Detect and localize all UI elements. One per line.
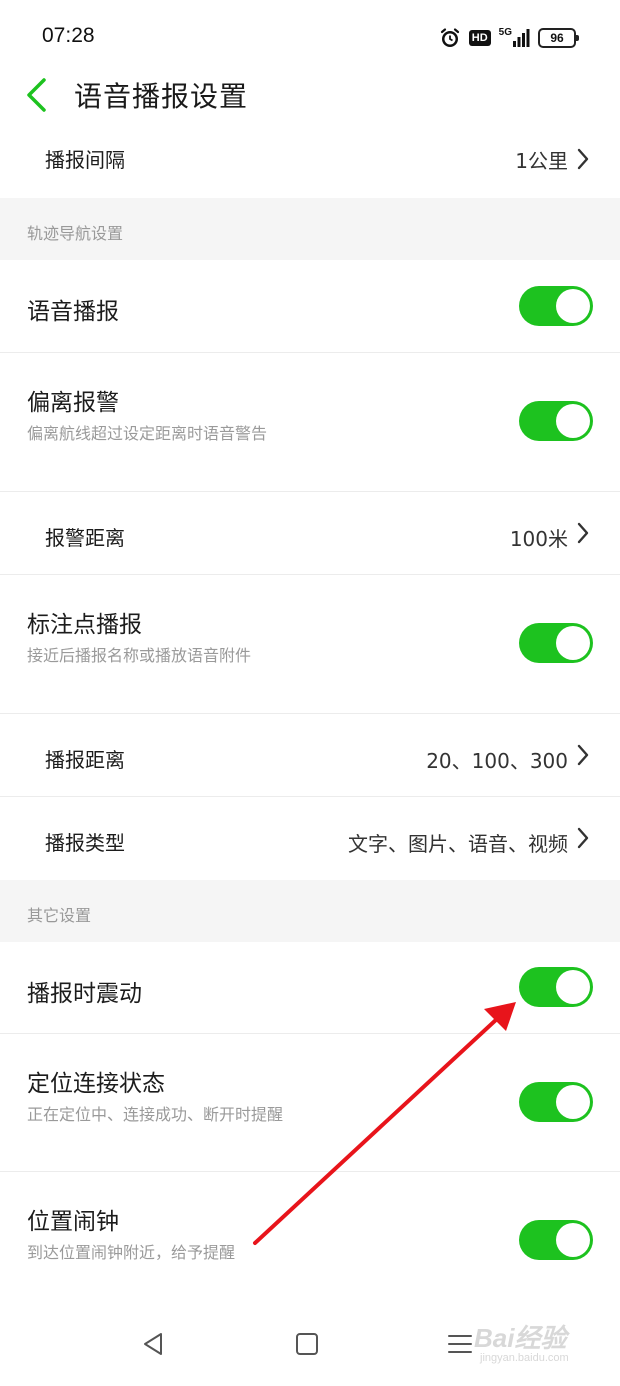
- hd-icon: HD: [468, 30, 491, 46]
- row-description: 正在定位中、连接成功、断开时提醒: [27, 1105, 284, 1124]
- section-header-track: 轨迹导航设置: [0, 198, 620, 260]
- chevron-right-icon: [576, 743, 590, 767]
- row-label: 定位连接状态: [27, 1071, 165, 1097]
- row-label: 位置闹钟: [27, 1209, 119, 1235]
- row-label: 播报类型: [45, 831, 125, 855]
- chevron-right-icon: [576, 826, 590, 850]
- home-square-icon[interactable]: [287, 1324, 327, 1364]
- setting-row-broadcast-interval[interactable]: 播报间隔 1公里: [0, 120, 620, 198]
- toggle-knob: [556, 1223, 590, 1257]
- row-label: 报警距离: [45, 526, 125, 550]
- status-icons: HD 5G 96: [439, 24, 579, 52]
- row-label: 播报距离: [45, 748, 125, 772]
- location-alarm-toggle[interactable]: [519, 1220, 593, 1260]
- row-value: 20、100、300: [426, 749, 568, 773]
- setting-row-location-status: 定位连接状态 正在定位中、连接成功、断开时提醒: [0, 1034, 620, 1172]
- section-label: 其它设置: [27, 906, 92, 925]
- setting-row-broadcast-distance[interactable]: 播报距离 20、100、300: [0, 714, 620, 797]
- row-label: 播报时震动: [27, 981, 142, 1007]
- row-description: 偏离航线超过设定距离时语音警告: [27, 424, 268, 443]
- toggle-knob: [556, 970, 590, 1004]
- row-label: 偏离报警: [27, 390, 119, 416]
- battery-icon: 96: [538, 28, 579, 48]
- setting-row-location-alarm: 位置闹钟 到达位置闹钟附近，给予提醒: [0, 1172, 620, 1308]
- section-header-other: 其它设置: [0, 880, 620, 942]
- status-time: 07:28: [42, 24, 95, 47]
- row-description: 接近后播报名称或播放语音附件: [27, 646, 252, 665]
- setting-row-vibrate: 播报时震动: [0, 942, 620, 1034]
- vibrate-toggle[interactable]: [519, 967, 593, 1007]
- watermark-url: jingyan.baidu.com: [480, 1352, 569, 1364]
- chevron-right-icon: [576, 147, 590, 171]
- toggle-knob: [556, 404, 590, 438]
- row-label: 语音播报: [27, 299, 119, 325]
- row-value: 1公里: [515, 149, 568, 173]
- row-value: 100米: [509, 527, 568, 551]
- watermark-logo: Bai经验: [474, 1323, 567, 1353]
- page-title: 语音播报设置: [74, 80, 249, 113]
- toggle-knob: [556, 289, 590, 323]
- section-label: 轨迹导航设置: [27, 224, 124, 243]
- location-status-toggle[interactable]: [519, 1082, 593, 1122]
- setting-row-deviation-alarm: 偏离报警 偏离航线超过设定距离时语音警告: [0, 353, 620, 492]
- voice-broadcast-toggle[interactable]: [519, 286, 593, 326]
- waypoint-broadcast-toggle[interactable]: [519, 623, 593, 663]
- title-bar: 语音播报设置: [0, 70, 620, 120]
- toggle-knob: [556, 626, 590, 660]
- battery-level: 96: [550, 31, 564, 45]
- alarm-icon: [439, 27, 461, 49]
- setting-row-broadcast-type[interactable]: 播报类型 文字、图片、语音、视频: [0, 797, 620, 880]
- setting-row-voice-broadcast: 语音播报: [0, 260, 620, 353]
- toggle-knob: [556, 1085, 590, 1119]
- signal-icon: 5G: [498, 26, 530, 48]
- row-value: 文字、图片、语音、视频: [348, 832, 568, 856]
- network-label: 5G: [498, 26, 512, 38]
- back-triangle-icon[interactable]: [133, 1324, 173, 1364]
- chevron-left-icon[interactable]: [22, 76, 54, 114]
- setting-row-alarm-distance[interactable]: 报警距离 100米: [0, 492, 620, 575]
- row-label: 标注点播报: [27, 612, 142, 638]
- status-bar: 07:28 HD 5G 96: [0, 0, 620, 70]
- row-description: 到达位置闹钟附近，给予提醒: [27, 1243, 236, 1262]
- row-label: 播报间隔: [45, 148, 125, 172]
- setting-row-waypoint-broadcast: 标注点播报 接近后播报名称或播放语音附件: [0, 575, 620, 714]
- chevron-right-icon: [576, 521, 590, 545]
- deviation-alarm-toggle[interactable]: [519, 401, 593, 441]
